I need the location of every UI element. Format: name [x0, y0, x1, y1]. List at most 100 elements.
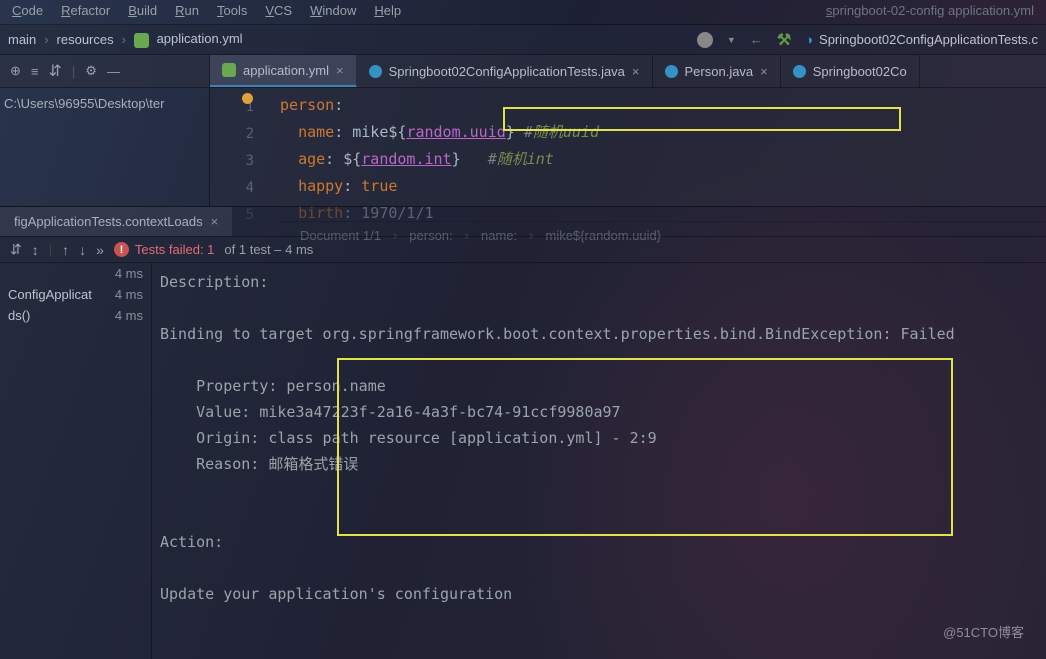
menu-tools[interactable]: Tools	[217, 3, 247, 21]
close-tab-icon[interactable]: ×	[632, 64, 640, 79]
tree-row[interactable]: 4 ms	[0, 263, 151, 284]
breadcrumb-bar: main › resources › application.yml ▼ ← ⚒…	[0, 25, 1046, 55]
collapse-icon[interactable]: ⇵	[49, 61, 62, 81]
yaml-val: : ${	[325, 150, 361, 168]
tests-failed-summary: ! Tests failed: 1	[114, 242, 215, 257]
tab-label: application.yml	[243, 63, 329, 78]
nav-right: ▼ ← ⚒ ◑ Springboot02ConfigApplicationTes…	[697, 30, 1038, 50]
tree-duration: 4 ms	[115, 287, 143, 302]
menu-code[interactable]: Code	[12, 3, 43, 21]
tree-duration: 4 ms	[115, 308, 143, 323]
crumb-file-label: application.yml	[157, 31, 243, 46]
highlight-annotation	[337, 358, 953, 536]
yaml-val: : mike${	[334, 123, 406, 141]
gear-icon[interactable]: ⚙	[85, 63, 97, 79]
tree-row[interactable]: ConfigApplicat 4 ms	[0, 284, 151, 305]
tests-failed-label: Tests failed: 1	[135, 242, 215, 257]
tree-icon[interactable]: ≡	[31, 64, 39, 79]
yaml-comment: 随机uuid	[533, 123, 599, 141]
menu-window[interactable]: Window	[310, 3, 356, 21]
menu-run[interactable]: Run	[175, 3, 199, 21]
tab-tests-java[interactable]: Springboot02ConfigApplicationTests.java …	[357, 55, 653, 87]
close-tab-icon[interactable]: ×	[760, 64, 768, 79]
tree-row[interactable]: ds() 4 ms	[0, 305, 151, 326]
filter-icon[interactable]: ⇵	[10, 241, 22, 258]
tree-label: ConfigApplicat	[8, 287, 92, 302]
down-arrow-icon[interactable]: ↓	[79, 242, 86, 258]
yaml-val: :	[343, 177, 361, 195]
tab-label: Person.java	[685, 64, 754, 79]
yaml-file-icon	[134, 33, 149, 48]
menu-build[interactable]: Build	[128, 3, 157, 21]
close-tab-icon[interactable]: ×	[336, 63, 344, 78]
expand-icon[interactable]: »	[96, 242, 104, 258]
test-tree[interactable]: 4 ms ConfigApplicat 4 ms ds() 4 ms	[0, 263, 152, 659]
crumb-resources[interactable]: resources	[57, 32, 114, 47]
run-tool-window: figApplicationTests.contextLoads × ⇵ ↕ |…	[0, 206, 1046, 659]
line-number: 4	[210, 175, 254, 202]
line-number: 2	[210, 121, 254, 148]
project-toolbar: ⊕ ≡ ⇵ | ⚙ —	[0, 55, 210, 87]
yaml-file-icon	[222, 63, 236, 77]
project-tree[interactable]: C:\Users\96955\Desktop\ter	[0, 88, 210, 206]
tree-label: ds()	[8, 308, 30, 323]
code-editor[interactable]: 1 2 3 4 5 person: name: mike${random.uui…	[210, 88, 1046, 206]
run-toolbar: ⇵ ↕ | ↑ ↓ » ! Tests failed: 1 of 1 test …	[0, 236, 1046, 263]
editor-toolbar-row: ⊕ ≡ ⇵ | ⚙ — application.yml × Springboot…	[0, 55, 1046, 88]
menu-help[interactable]: Help	[374, 3, 401, 21]
placeholder-ref: random.int	[361, 150, 451, 168]
tests-rest-label: of 1 test – 4 ms	[224, 242, 313, 257]
tree-duration: 4 ms	[115, 266, 143, 281]
chevron-icon: ›	[44, 32, 48, 47]
yaml-comment: 随机int	[497, 150, 554, 168]
yaml-val: }	[452, 150, 488, 168]
error-badge-icon: !	[114, 242, 129, 257]
menu-refactor[interactable]: Refactor	[61, 3, 110, 21]
console-line: Reason: 邮箱格式错误	[160, 455, 358, 473]
yaml-comment: #	[524, 123, 533, 141]
line-number: 3	[210, 148, 254, 175]
minimize-icon[interactable]: —	[107, 64, 120, 79]
console-line: Update your application's configuration	[160, 585, 512, 603]
tab-label: Springboot02ConfigApplicationTests.java	[389, 64, 625, 79]
target-icon[interactable]: ⊕	[10, 63, 21, 79]
java-class-icon	[793, 65, 806, 78]
console-output[interactable]: Description: Binding to target org.sprin…	[152, 263, 1046, 659]
yaml-comment: #	[488, 150, 497, 168]
yaml-colon: :	[334, 96, 343, 114]
run-configuration[interactable]: ◑ Springboot02ConfigApplicationTests.c	[805, 32, 1038, 47]
crumb-file[interactable]: application.yml	[134, 31, 243, 47]
close-tab-icon[interactable]: ×	[211, 214, 219, 229]
divider: |	[72, 64, 75, 79]
console-line: Binding to target org.springframework.bo…	[160, 325, 964, 343]
back-arrow-icon[interactable]: ←	[750, 32, 763, 47]
project-path: C:\Users\96955\Desktop\ter	[4, 96, 164, 111]
console-line: Value: mike3a47223f-2a16-4a3f-bc74-91ccf…	[160, 403, 621, 421]
console-line: Description:	[160, 273, 268, 291]
up-arrow-icon[interactable]: ↑	[62, 242, 69, 258]
run-tab-contextloads[interactable]: figApplicationTests.contextLoads ×	[0, 207, 232, 236]
menu-bar: Code Refactor Build Run Tools VCS Window…	[0, 0, 1046, 25]
tab-person-java[interactable]: Person.java ×	[653, 55, 781, 87]
tab-application-yml[interactable]: application.yml ×	[210, 55, 357, 87]
yaml-val: true	[361, 177, 397, 195]
breakpoint-icon[interactable]	[242, 93, 253, 104]
caret-down-icon[interactable]: ▼	[727, 35, 736, 45]
yaml-val: }	[506, 123, 524, 141]
crumb-main[interactable]: main	[8, 32, 36, 47]
context-path: springboot-02-config application.yml	[826, 3, 1034, 21]
run-target-label: Springboot02ConfigApplicationTests.c	[819, 32, 1038, 47]
run-window-tabs: figApplicationTests.contextLoads ×	[0, 207, 1046, 236]
java-class-icon	[665, 65, 678, 78]
main-split: C:\Users\96955\Desktop\ter 1 2 3 4 5 per…	[0, 88, 1046, 659]
tab-springboot02co[interactable]: Springboot02Co	[781, 55, 920, 87]
test-target-icon: ◑	[805, 32, 813, 47]
build-hammer-icon[interactable]: ⚒	[777, 30, 791, 50]
editor-tabs: application.yml × Springboot02ConfigAppl…	[210, 55, 920, 87]
yaml-key: age	[298, 150, 325, 168]
menu-vcs[interactable]: VCS	[265, 3, 292, 21]
java-class-icon	[369, 65, 382, 78]
user-icon[interactable]	[697, 32, 713, 48]
console-line: Origin: class path resource [application…	[160, 429, 657, 447]
collapse-icon[interactable]: ↕	[32, 242, 39, 258]
